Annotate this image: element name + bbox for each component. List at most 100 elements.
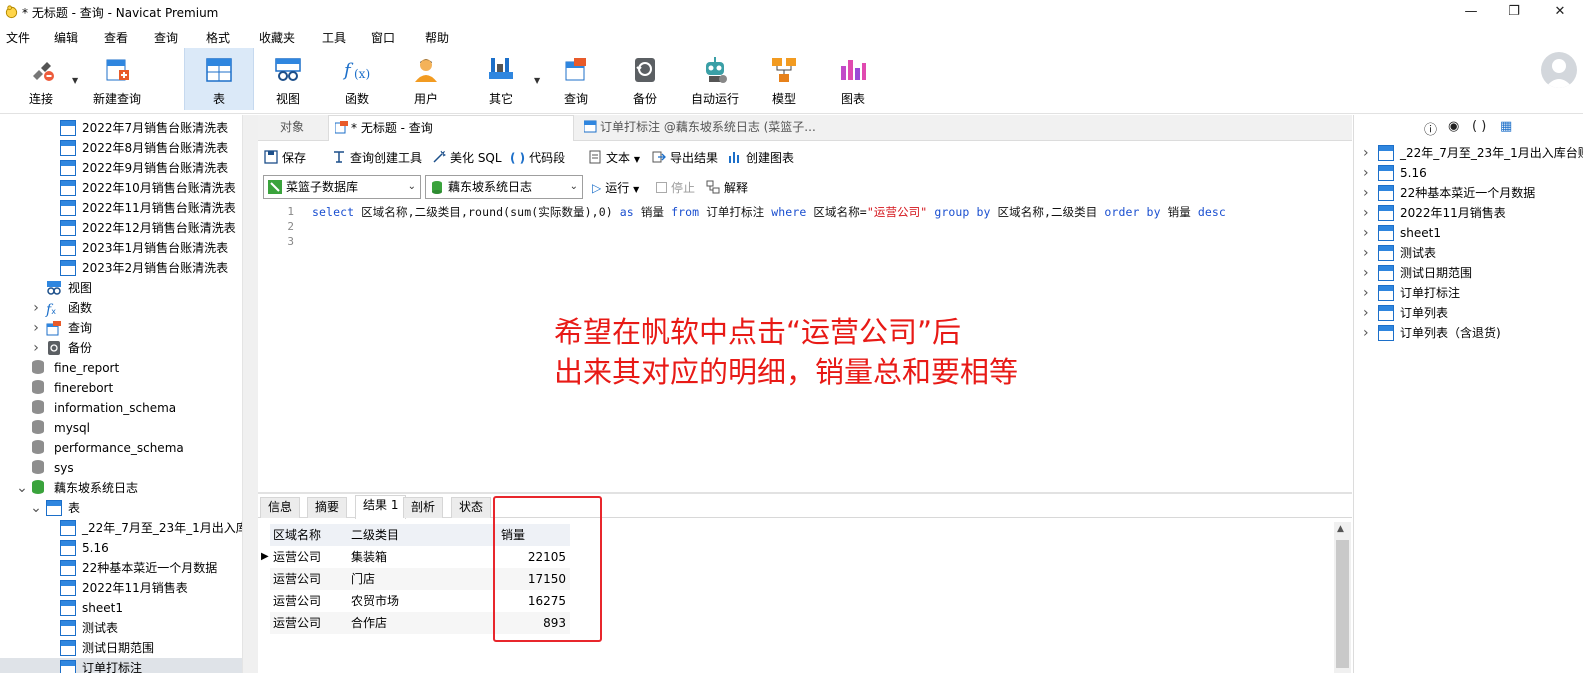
object-list-item[interactable]: › 订单列表（含退货) [1354, 323, 1583, 343]
sql-editor[interactable]: 1 2 3 select 区域名称,二级类目,round(sum(实际数量),0… [258, 202, 1352, 492]
query-builder-button[interactable]: 查询创建工具 [332, 149, 422, 166]
connect-dropdown-caret-icon[interactable]: ▼ [72, 76, 78, 85]
tree-item[interactable]: › 查询 [0, 318, 242, 338]
eye-icon[interactable]: ◉ [1448, 119, 1459, 134]
tree-item[interactable]: 2023年1月销售台账清洗表 [0, 238, 242, 258]
tree-item[interactable]: 2022年11月销售台账清洗表 [0, 198, 242, 218]
code-snippet-button[interactable]: ( ) 代码段 [510, 149, 565, 166]
other-dropdown-caret-icon[interactable]: ▼ [534, 76, 540, 85]
object-list-item[interactable]: › 22种基本菜近一个月数据 [1354, 183, 1583, 203]
minimize-button[interactable]: — [1456, 2, 1486, 22]
view-button[interactable]: 视图 [255, 48, 321, 110]
sql-code-line[interactable]: select 区域名称,二级类目,round(sum(实际数量),0) as 销… [312, 204, 1226, 220]
scroll-up-arrow-icon[interactable]: ▲ [1337, 524, 1344, 534]
object-list-item[interactable]: › sheet1 [1354, 223, 1583, 243]
tree-item[interactable]: sys [0, 458, 242, 478]
menu-favorites[interactable]: 收藏夹 [259, 29, 295, 46]
user-avatar[interactable] [1541, 52, 1577, 88]
chevron-right-icon[interactable]: › [1363, 203, 1369, 223]
tree-item[interactable]: sheet1 [0, 598, 242, 618]
navigation-tree-scrollbar[interactable] [242, 115, 258, 673]
chevron-right-icon[interactable]: › [1363, 183, 1369, 203]
menu-view[interactable]: 查看 [104, 29, 128, 46]
object-list-item[interactable]: › 5.16 [1354, 163, 1583, 183]
object-list-item[interactable]: › 订单打标注 [1354, 283, 1583, 303]
chevron-right-icon[interactable]: › [30, 318, 42, 338]
result-grid-scrollbar[interactable]: ▲ [1334, 522, 1351, 673]
menu-query[interactable]: 查询 [154, 29, 178, 46]
chevron-right-icon[interactable]: › [30, 298, 42, 318]
object-list-item[interactable]: › 测试日期范围 [1354, 263, 1583, 283]
tab-result-1[interactable]: 结果 1 [355, 495, 407, 519]
table-cell[interactable]: 门店 [348, 568, 498, 590]
chevron-right-icon[interactable]: › [1363, 323, 1369, 343]
close-button[interactable]: ✕ [1545, 2, 1575, 22]
tree-item[interactable]: 2022年12月销售台账清洗表 [0, 218, 242, 238]
connect-button[interactable]: 连接 [8, 48, 74, 110]
tree-item[interactable]: 5.16 [0, 538, 242, 558]
function-button[interactable]: f (x) 函数 [324, 48, 390, 110]
tab-order-table[interactable]: 订单打标注 @藕东坡系统日志 (菜篮子... [578, 115, 822, 141]
chevron-right-icon[interactable]: › [1363, 243, 1369, 263]
table-cell[interactable]: 农贸市场 [348, 590, 498, 612]
tree-item[interactable]: › 备份 [0, 338, 242, 358]
create-chart-button[interactable]: 创建图表 [728, 149, 794, 166]
tree-item[interactable]: 2022年8月销售台账清洗表 [0, 138, 242, 158]
info-icon[interactable]: ⓘ [1424, 119, 1437, 138]
tree-item[interactable]: 视图 [0, 278, 242, 298]
auto-run-button[interactable]: 自动运行 [681, 48, 749, 110]
menu-tools[interactable]: 工具 [322, 29, 346, 46]
menu-edit[interactable]: 编辑 [54, 29, 78, 46]
tree-item[interactable]: performance_schema [0, 438, 242, 458]
chevron-right-icon[interactable]: › [1363, 163, 1369, 183]
tab-untitled-query[interactable]: * 无标题 - 查询 [328, 115, 574, 141]
menu-file[interactable]: 文件 [6, 29, 30, 46]
tree-item[interactable]: _22年_7月至_23年_1月出入库台账 [0, 518, 242, 538]
tab-status[interactable]: 状态 [451, 497, 492, 518]
chart-button[interactable]: 图表 [820, 48, 886, 110]
tree-item[interactable]: 测试日期范围 [0, 638, 242, 658]
object-list-item[interactable]: › 订单列表 [1354, 303, 1583, 323]
tree-item[interactable]: 2022年10月销售台账清洗表 [0, 178, 242, 198]
save-button[interactable]: 保存 [264, 149, 306, 166]
connection-select[interactable]: 菜篮子数据库 ⌄ [263, 175, 421, 199]
table-cell[interactable]: 合作店 [348, 612, 498, 634]
tab-objects[interactable]: 对象 [274, 115, 310, 141]
other-button[interactable]: 其它 [468, 48, 534, 110]
tree-item[interactable]: fine_report [0, 358, 242, 378]
tree-item[interactable]: 2023年2月销售台账清洗表 [0, 258, 242, 278]
table-cell[interactable]: 运营公司 [270, 568, 348, 590]
chevron-down-icon[interactable]: ⌄ [30, 498, 42, 518]
export-result-button[interactable]: 导出结果 [652, 149, 718, 166]
run-button[interactable]: ▷ 运行 ▼ [592, 179, 639, 196]
tree-item[interactable]: ⌄ 表 [0, 498, 242, 518]
user-button[interactable]: 用户 [393, 48, 459, 110]
table-cell[interactable]: 运营公司 [270, 590, 348, 612]
stop-button[interactable]: 停止 [656, 179, 695, 196]
object-list-item[interactable]: › 2022年11月销售表 [1354, 203, 1583, 223]
chevron-right-icon[interactable]: › [1363, 143, 1369, 163]
chevron-right-icon[interactable]: › [1363, 283, 1369, 303]
scrollbar-thumb[interactable] [1336, 540, 1349, 668]
tree-item[interactable]: ⌄ 藕东坡系统日志 [0, 478, 242, 498]
code-icon[interactable]: ( ) [1472, 119, 1486, 134]
object-list-item[interactable]: › _22年_7月至_23年_1月出入库台账 [1354, 143, 1583, 163]
model-button[interactable]: 模型 [751, 48, 817, 110]
tree-item[interactable]: mysql [0, 418, 242, 438]
tab-info[interactable]: 信息 [260, 497, 301, 518]
table-cell[interactable]: 运营公司 [270, 612, 348, 634]
schema-select[interactable]: 藕东坡系统日志 ⌄ [425, 175, 583, 199]
tab-profile[interactable]: 剖析 [403, 497, 444, 518]
tree-item[interactable]: 2022年9月销售台账清洗表 [0, 158, 242, 178]
text-button[interactable]: 文本 ▼ [588, 149, 640, 166]
menu-help[interactable]: 帮助 [425, 29, 449, 46]
query-button[interactable]: 查询 [543, 48, 609, 110]
tree-item[interactable]: 订单打标注 [0, 658, 242, 673]
chevron-right-icon[interactable]: › [30, 338, 42, 358]
table-cell[interactable]: 运营公司 [270, 546, 348, 568]
menu-format[interactable]: 格式 [206, 29, 230, 46]
new-query-button[interactable]: 新建查询 [84, 48, 150, 110]
restore-button[interactable]: ❐ [1499, 2, 1529, 22]
table-cell[interactable]: 集装箱 [348, 546, 498, 568]
column-header[interactable]: 区域名称 [270, 524, 348, 546]
